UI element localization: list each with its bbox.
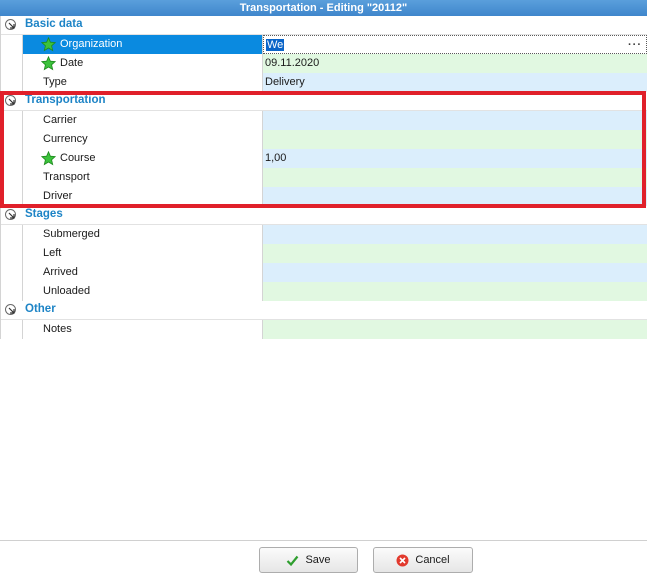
carrier-field[interactable] [263,111,647,130]
property-label[interactable]: Organization [22,35,263,54]
property-row-driver[interactable]: Driver [1,187,647,206]
property-row-left[interactable]: Left [1,244,647,263]
property-row-notes[interactable]: Notes [1,320,647,339]
save-button-label: Save [305,554,331,566]
window-title: Transportation - Editing "20112" [0,0,647,16]
star-icon [41,37,56,52]
property-row-currency[interactable]: Currency [1,130,647,149]
footer-divider [0,540,647,541]
cancel-button[interactable]: Cancel [373,547,473,573]
section-title: Other [25,303,56,315]
type-field[interactable]: Delivery [263,73,647,92]
property-label: Unloaded [22,282,263,301]
currency-field[interactable] [263,130,647,149]
property-label: Carrier [22,111,263,130]
property-row-date[interactable]: Date 09.11.2020 [1,54,647,73]
course-field[interactable]: 1,00 [263,149,647,168]
property-label: Type [22,73,263,92]
property-label: Arrived [22,263,263,282]
section-title: Stages [25,208,63,220]
property-row-transport[interactable]: Transport [1,168,647,187]
star-icon [41,56,56,71]
transport-field[interactable] [263,168,647,187]
property-label: Transport [22,168,263,187]
left-field[interactable] [263,244,647,263]
property-row-course[interactable]: Course 1,00 [1,149,647,168]
section-basic-data[interactable]: Basic data [1,16,647,35]
section-transportation[interactable]: Transportation [1,92,647,111]
property-label: Left [22,244,263,263]
arrived-field[interactable] [263,263,647,282]
property-row-unloaded[interactable]: Unloaded [1,282,647,301]
property-label: Notes [22,320,263,339]
collapse-arrow-icon[interactable] [5,209,16,220]
date-field[interactable]: 09.11.2020 [263,54,647,73]
collapse-arrow-icon[interactable] [5,95,16,106]
property-label: Driver [22,187,263,206]
property-row-arrived[interactable]: Arrived [1,263,647,282]
section-title: Basic data [25,18,83,30]
property-label: Submerged [22,225,263,244]
property-row-carrier[interactable]: Carrier [1,111,647,130]
unloaded-field[interactable] [263,282,647,301]
section-title: Transportation [25,94,106,106]
ellipsis-icon[interactable]: ··· [628,36,642,54]
section-stages[interactable]: Stages [1,206,647,225]
save-button[interactable]: Save [259,547,358,573]
property-label: Date [22,54,263,73]
star-icon [41,151,56,166]
submerged-field[interactable] [263,225,647,244]
property-row-submerged[interactable]: Submerged [1,225,647,244]
collapse-arrow-icon[interactable] [5,304,16,315]
property-grid: Basic data Organization We ··· Date 09.1… [0,16,647,339]
property-row-type[interactable]: Type Delivery [1,73,647,92]
organization-field[interactable]: We ··· [263,35,647,54]
property-label: Currency [22,130,263,149]
driver-field[interactable] [263,187,647,206]
cancel-icon [396,554,409,566]
property-row-organization[interactable]: Organization We ··· [1,35,647,54]
checkmark-icon [287,555,299,566]
section-other[interactable]: Other [1,301,647,320]
notes-field[interactable] [263,320,647,339]
collapse-arrow-icon[interactable] [5,19,16,30]
cancel-button-label: Cancel [415,554,450,566]
property-label: Course [22,149,263,168]
